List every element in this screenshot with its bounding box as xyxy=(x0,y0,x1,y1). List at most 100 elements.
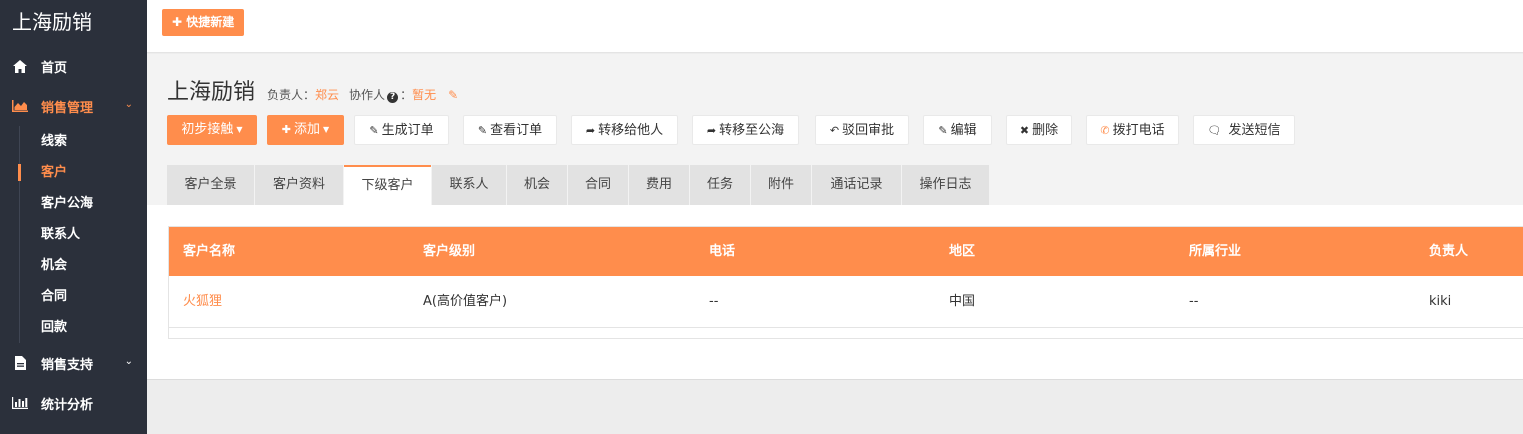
sidebar-item-opportunities[interactable]: 机会 xyxy=(20,250,147,281)
view-order-label: 查看订单 xyxy=(490,123,543,138)
column-header: 所属行业 xyxy=(1189,244,1242,259)
tab-operation-log[interactable]: 操作日志 xyxy=(902,165,989,205)
table-cell: A(高价值客户) xyxy=(423,294,508,309)
comment-icon: 🗨 xyxy=(1207,124,1222,137)
sidebar-item-statistics[interactable]: 统计分析 xyxy=(0,383,147,423)
table-cell: kiki xyxy=(1429,294,1452,309)
tab-customer-profile[interactable]: 客户资料 xyxy=(255,165,343,205)
tab-expenses[interactable]: 费用 xyxy=(629,165,689,205)
bar-chart-icon xyxy=(11,396,29,410)
tab-contacts[interactable]: 联系人 xyxy=(432,165,506,205)
collaborator-colon: ： xyxy=(400,88,413,102)
transfer-to-pool-label: 转移至公海 xyxy=(719,123,785,138)
sidebar-item-contacts[interactable]: 联系人 xyxy=(20,219,147,250)
tab-content: 客户名称 客户级别 电话 地区 所属行业 负责人 火狐狸 A(高价值客户) --… xyxy=(147,205,1523,379)
help-icon[interactable]: ? xyxy=(387,92,399,103)
sidebar-item-customers[interactable]: 客户 xyxy=(18,157,147,188)
plus-icon: ✚ xyxy=(172,15,183,29)
owner-label: 负责人： xyxy=(267,88,316,102)
transfer-to-other-button[interactable]: ➦ 转移给他人 xyxy=(571,115,678,145)
sidebar-item-customer-pool[interactable]: 客户公海 xyxy=(20,188,147,219)
main-content: 上海励销 负责人： 郑云 协作人 ? ： 暂无 ✎ 初步接触 ▼ ✚ 添加 ▼ ✎ 生成… xyxy=(147,54,1523,379)
area-chart-icon xyxy=(11,99,29,113)
column-header: 客户名称 xyxy=(183,244,236,259)
table-header: 客户名称 客户级别 电话 地区 所属行业 负责人 xyxy=(169,227,1523,276)
generate-order-button[interactable]: ✎ 生成订单 xyxy=(354,115,449,145)
add-label: 添加 xyxy=(294,122,321,137)
share-icon: ➦ xyxy=(585,124,596,137)
table-cell: 中国 xyxy=(949,294,976,309)
sidebar-item-payments[interactable]: 回款 xyxy=(20,312,147,343)
delete-button[interactable]: ✖ 删除 xyxy=(1006,115,1072,145)
table-cell: -- xyxy=(709,294,719,309)
add-button[interactable]: ✚ 添加 ▼ xyxy=(267,115,344,145)
sidebar-item-home[interactable]: 首页 xyxy=(0,46,147,86)
tab-customer-overview[interactable]: 客户全景 xyxy=(167,165,254,205)
pencil-icon[interactable]: ✎ xyxy=(448,88,458,102)
page-title: 上海励销 xyxy=(167,80,256,105)
transfer-to-other-label: 转移给他人 xyxy=(598,123,664,138)
share-icon: ➦ xyxy=(706,124,717,137)
table-cell: -- xyxy=(1189,294,1199,309)
file-icon xyxy=(11,356,29,370)
reject-approval-button[interactable]: ↶ 驳回审批 xyxy=(815,115,909,145)
quick-new-label: 快捷新建 xyxy=(186,15,235,29)
caret-down-icon: ▼ xyxy=(323,125,330,134)
quick-new-button[interactable]: ✚ 快捷新建 xyxy=(162,9,245,36)
top-bar: ✚ 快捷新建 xyxy=(147,0,1523,53)
sidebar-item-contracts[interactable]: 合同 xyxy=(20,281,147,312)
tab-attachments[interactable]: 附件 xyxy=(751,165,811,205)
collaborator-value[interactable]: 暂无 xyxy=(412,86,436,103)
phone-icon: ✆ xyxy=(1100,124,1110,137)
caret-down-icon: ▼ xyxy=(236,125,243,134)
send-sms-label: 发送短信 xyxy=(1228,123,1281,138)
generate-order-label: 生成订单 xyxy=(381,123,434,138)
delete-label: 删除 xyxy=(1032,123,1059,138)
column-header: 客户级别 xyxy=(423,244,476,259)
initial-contact-label: 初步接触 xyxy=(181,122,234,137)
initial-contact-button[interactable]: 初步接触 ▼ xyxy=(167,115,257,145)
sidebar-item-leads[interactable]: 线索 xyxy=(20,126,147,157)
sidebar-item-label: 首页 xyxy=(41,60,68,76)
call-button[interactable]: ✆ 拨打电话 xyxy=(1086,115,1179,145)
sidebar-item-label: 销售管理 xyxy=(41,100,94,116)
chevron-down-icon: ⌄ xyxy=(124,356,133,367)
tab-opportunities[interactable]: 机会 xyxy=(507,165,567,205)
table-footer xyxy=(169,328,1523,338)
customer-title-row: 上海励销 负责人： 郑云 协作人 ? ： 暂无 ✎ xyxy=(167,74,458,106)
edit-button[interactable]: ✎ 编辑 xyxy=(923,115,992,145)
home-icon xyxy=(11,59,29,73)
edit-icon: ✎ xyxy=(477,124,488,137)
brand-logo[interactable]: 上海励销 xyxy=(0,0,147,46)
edit-icon: ✎ xyxy=(369,124,379,137)
sub-customer-table: 客户名称 客户级别 电话 地区 所属行业 负责人 火狐狸 A(高价值客户) --… xyxy=(168,226,1523,339)
tab-tasks[interactable]: 任务 xyxy=(690,165,750,205)
view-order-button[interactable]: ✎ 查看订单 xyxy=(463,115,557,145)
transfer-to-pool-button[interactable]: ➦ 转移至公海 xyxy=(692,115,799,145)
call-label: 拨打电话 xyxy=(1112,123,1165,138)
owner-value[interactable]: 郑云 xyxy=(315,86,339,103)
customer-header: 上海励销 负责人： 郑云 协作人 ? ： 暂无 ✎ 初步接触 ▼ ✚ 添加 ▼ ✎ 生成… xyxy=(147,54,1523,205)
edit-icon: ✎ xyxy=(938,124,948,137)
tab-sub-customers[interactable]: 下级客户 xyxy=(344,165,431,205)
reject-approval-label: 驳回审批 xyxy=(842,123,895,138)
column-header: 电话 xyxy=(709,244,736,259)
page-footer xyxy=(147,379,1523,434)
sidebar: 上海励销 首页 销售管理 ⌄ 线索 客户 客户公海 联系人 机会 合同 回款 销… xyxy=(0,0,147,434)
tab-contracts[interactable]: 合同 xyxy=(568,165,628,205)
sidebar-item-sales-management[interactable]: 销售管理 ⌄ xyxy=(0,86,147,126)
column-header: 地区 xyxy=(949,244,976,259)
reply-all-icon: ↶ xyxy=(829,124,840,137)
plus-icon: ✚ xyxy=(281,123,292,136)
edit-label: 编辑 xyxy=(950,123,977,138)
column-header: 负责人 xyxy=(1429,244,1469,259)
sidebar-item-sales-support[interactable]: 销售支持 ⌄ xyxy=(0,343,147,383)
sidebar-item-label: 销售支持 xyxy=(41,357,94,373)
sales-submenu: 线索 客户 客户公海 联系人 机会 合同 回款 xyxy=(18,126,147,343)
table-row: 火狐狸 A(高价值客户) -- 中国 -- kiki xyxy=(169,276,1523,328)
chevron-down-icon: ⌄ xyxy=(124,99,133,110)
customer-name-link[interactable]: 火狐狸 xyxy=(183,276,222,328)
send-sms-button[interactable]: 🗨 发送短信 xyxy=(1193,115,1295,145)
tab-call-records[interactable]: 通话记录 xyxy=(812,165,901,205)
sidebar-item-label: 统计分析 xyxy=(41,397,94,413)
